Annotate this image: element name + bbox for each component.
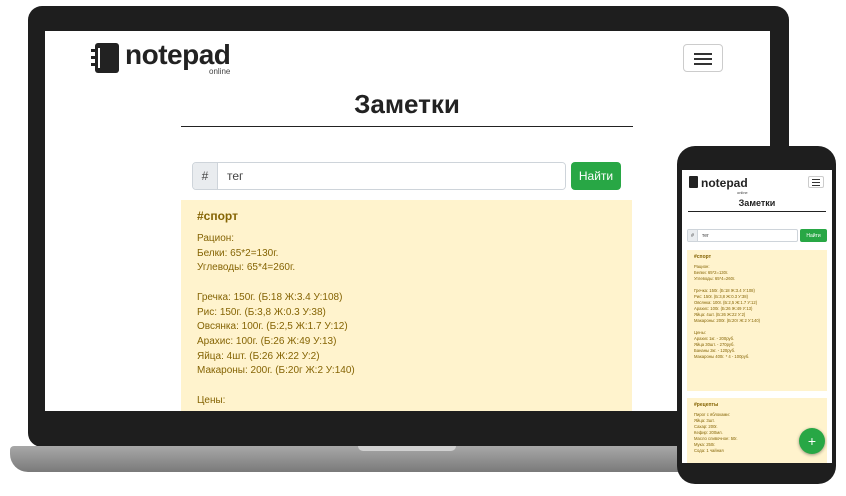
note-line: [197, 276, 616, 291]
note-line: Яйца: 4шт. (Б:26 Ж:22 У:2): [197, 350, 320, 362]
note-line: Макароны 400г. * 4 - 100руб.: [694, 354, 750, 359]
note-card[interactable]: #спорт Рацион: Белки: 65*2=130г. Углеводы:…: [687, 250, 827, 391]
menu-toggle-button-mobile[interactable]: [808, 176, 824, 188]
hamburger-icon: [812, 179, 820, 180]
tag-search: #: [192, 162, 566, 190]
note-line: Белки: 65*2=130г.: [197, 247, 279, 259]
tag-search-input-mobile[interactable]: тег: [698, 230, 797, 241]
hamburger-icon: [694, 53, 712, 55]
note-line: [197, 379, 616, 394]
tag-search-mobile: # тег: [687, 229, 798, 242]
note-line: Овсянка: 100г. (Б:2,5 Ж:1.7 У:12): [197, 321, 348, 333]
note-tag[interactable]: #спорт: [694, 254, 820, 260]
hash-prefix: #: [688, 230, 698, 241]
brand-logo[interactable]: notepad online: [91, 39, 231, 76]
find-button-mobile[interactable]: Найти: [800, 229, 827, 242]
note-line: Арахис: 100г. (Б:26 Ж:49 У:13): [197, 335, 337, 347]
find-button[interactable]: Найти: [571, 162, 621, 190]
note-tag[interactable]: #спорт: [197, 209, 616, 223]
laptop-screen: notepad online Заметки # Найти #спорт Ра…: [45, 31, 770, 411]
brand-logo-mobile[interactable]: notepad online: [689, 175, 748, 195]
note-line: Рис: 150г. (Б:3,8 Ж:0.3 У:38): [197, 306, 326, 318]
note-line: Углеводы: 65*4=260г.: [197, 262, 296, 274]
hash-prefix: #: [193, 163, 218, 189]
note-line: Гречка: 150г. (Б:18 Ж:3.4 У:108): [197, 291, 343, 303]
brand-sub: online: [736, 190, 748, 195]
tag-search-input[interactable]: [218, 163, 565, 189]
device-mockup: notepad online Заметки # Найти #спорт Ра…: [0, 0, 846, 496]
laptop-notch: [358, 446, 456, 451]
brand-name: notepad: [125, 39, 231, 70]
note-card[interactable]: #спорт Рацион: Белки: 65*2=130г. Углеводы:…: [181, 200, 632, 411]
phone-screen: notepad online Заметки # тег Найти #спор…: [682, 170, 832, 463]
note-line: Макароны: 200г. (Б:20г Ж:2 У:140): [197, 365, 355, 377]
brand-name: notepad: [701, 176, 748, 190]
note-line: Цены:: [197, 394, 226, 406]
page-title: Заметки: [181, 89, 633, 127]
notepad-icon: [689, 176, 698, 188]
page-title-mobile: Заметки: [688, 198, 826, 212]
note-line: Рацион:: [197, 233, 235, 244]
note-body: Рацион: Белки: 65*2=130г. Углеводы: 65*4=2…: [197, 232, 616, 408]
menu-toggle-button[interactable]: [683, 44, 723, 72]
notepad-icon: [91, 43, 119, 73]
note-tag[interactable]: #рецепты: [694, 402, 820, 408]
note-body: Рацион: Белки: 65*2=130г. Углеводы: 65*4=2…: [694, 264, 820, 360]
add-note-button[interactable]: +: [799, 428, 825, 454]
